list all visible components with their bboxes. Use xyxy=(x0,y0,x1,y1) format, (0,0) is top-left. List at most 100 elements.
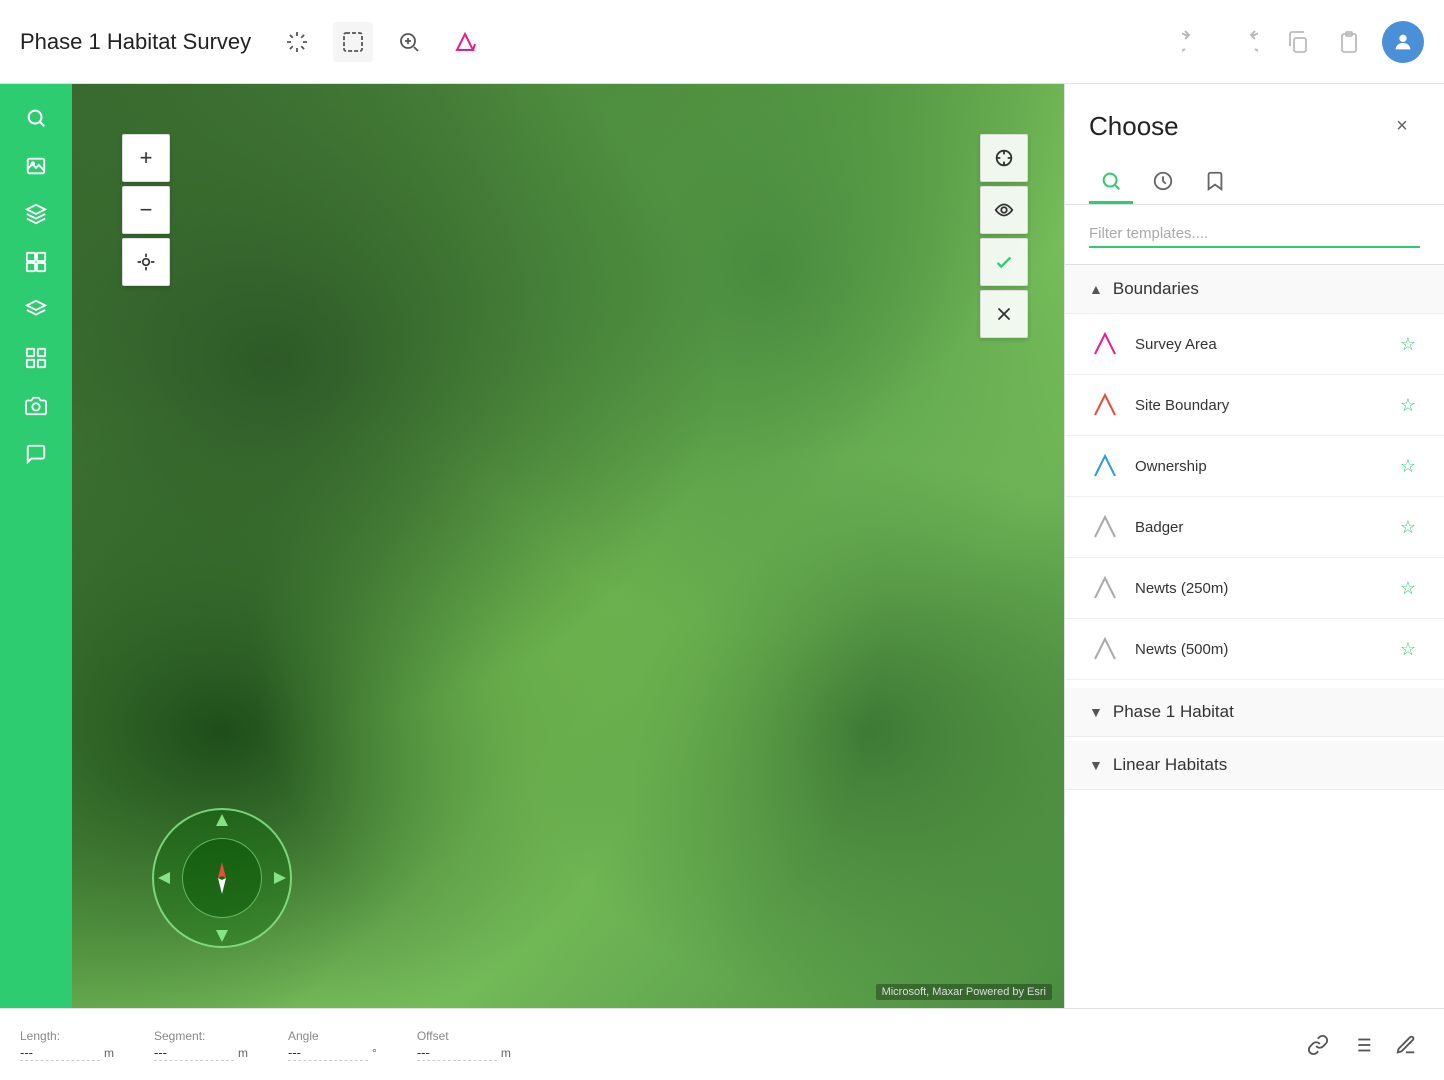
sidebar-chat-button[interactable] xyxy=(14,432,58,476)
newts-500-icon xyxy=(1089,633,1121,665)
phase1-chevron: ▼ xyxy=(1089,704,1103,720)
link-tool-button[interactable] xyxy=(1300,1027,1336,1063)
survey-area-star[interactable]: ☆ xyxy=(1396,330,1420,359)
newts-500-label: Newts (500m) xyxy=(1135,641,1396,658)
newts-250-icon xyxy=(1089,572,1121,604)
linear-chevron: ▼ xyxy=(1089,757,1103,773)
newts-250-star[interactable]: ☆ xyxy=(1396,574,1420,603)
map-zoom-controls: + − xyxy=(122,134,170,290)
compass-inner xyxy=(182,838,262,918)
cancel-map-button[interactable] xyxy=(980,290,1028,338)
offset-field: Offset --- m xyxy=(417,1029,511,1061)
map-container[interactable]: + − xyxy=(72,84,1064,1008)
track-button[interactable] xyxy=(980,186,1028,234)
survey-area-label: Survey Area xyxy=(1135,336,1396,353)
site-boundary-icon xyxy=(1089,389,1121,421)
choose-header: Choose × xyxy=(1065,84,1444,160)
ownership-label: Ownership xyxy=(1135,458,1396,475)
compass-needle-svg xyxy=(202,858,242,898)
main-layout: + − xyxy=(0,84,1444,1008)
sidebar-stack-button[interactable] xyxy=(14,288,58,332)
compass-north-arrow xyxy=(216,814,228,826)
check-button[interactable] xyxy=(980,238,1028,286)
top-toolbar: Phase 1 Habitat Survey xyxy=(0,0,1444,84)
crosshair-button[interactable] xyxy=(980,134,1028,182)
tab-recent[interactable] xyxy=(1141,160,1185,204)
sidebar-image-button[interactable] xyxy=(14,144,58,188)
app-title: Phase 1 Habitat Survey xyxy=(20,29,251,55)
badger-label: Badger xyxy=(1135,519,1396,536)
polygon-tool-button[interactable] xyxy=(445,22,485,62)
template-item-newts-250[interactable]: Newts (250m) ☆ xyxy=(1065,558,1444,619)
template-item-site-boundary[interactable]: Site Boundary ☆ xyxy=(1065,375,1444,436)
segment-unit: m xyxy=(238,1046,248,1060)
newts-500-star[interactable]: ☆ xyxy=(1396,635,1420,664)
template-item-survey-area[interactable]: Survey Area ☆ xyxy=(1065,314,1444,375)
phase1-label: Phase 1 Habitat xyxy=(1113,702,1234,722)
template-item-badger[interactable]: Badger ☆ xyxy=(1065,497,1444,558)
sidebar-grid-button[interactable] xyxy=(14,336,58,380)
locate-button[interactable] xyxy=(122,238,170,286)
filter-section xyxy=(1065,205,1444,265)
close-panel-button[interactable]: × xyxy=(1384,108,1420,144)
list-tool-button[interactable] xyxy=(1344,1027,1380,1063)
segment-field: Segment: --- m xyxy=(154,1029,248,1061)
site-boundary-label: Site Boundary xyxy=(1135,397,1396,414)
survey-area-icon xyxy=(1089,328,1121,360)
category-linear-habitats[interactable]: ▼ Linear Habitats xyxy=(1065,741,1444,790)
zoom-out-button[interactable]: − xyxy=(122,186,170,234)
offset-value: --- xyxy=(417,1045,497,1061)
length-field: Length: --- m xyxy=(20,1029,114,1061)
avatar[interactable] xyxy=(1382,21,1424,63)
zoom-tool-button[interactable] xyxy=(389,22,429,62)
newts-250-label: Newts (250m) xyxy=(1135,580,1396,597)
category-boundaries[interactable]: ▲ Boundaries xyxy=(1065,265,1444,314)
template-item-ownership[interactable]: Ownership ☆ xyxy=(1065,436,1444,497)
select-tool-button[interactable] xyxy=(333,22,373,62)
boundaries-chevron: ▲ xyxy=(1089,281,1103,297)
length-unit: m xyxy=(104,1046,114,1060)
left-sidebar xyxy=(0,84,72,1008)
tab-bookmarks[interactable] xyxy=(1193,160,1237,204)
length-value: --- xyxy=(20,1045,100,1061)
sidebar-camera-button[interactable] xyxy=(14,384,58,428)
segment-value: --- xyxy=(154,1045,234,1061)
compass[interactable] xyxy=(152,808,292,948)
edit-tool-button[interactable] xyxy=(1388,1027,1424,1063)
map-attribution: Microsoft, Maxar Powered by Esri xyxy=(876,984,1052,1000)
map-right-controls xyxy=(980,134,1028,338)
angle-field: Angle --- ° xyxy=(288,1029,377,1061)
toolbar-right xyxy=(1174,21,1424,63)
choose-panel: Choose × xyxy=(1064,84,1444,1008)
tab-search[interactable] xyxy=(1089,160,1133,204)
redo-button[interactable] xyxy=(1226,22,1266,62)
boundaries-label: Boundaries xyxy=(1113,279,1199,299)
sidebar-search-button[interactable] xyxy=(14,96,58,140)
badger-icon xyxy=(1089,511,1121,543)
badger-star[interactable]: ☆ xyxy=(1396,513,1420,542)
copy-button[interactable] xyxy=(1278,22,1318,62)
sidebar-map-button[interactable] xyxy=(14,240,58,284)
site-boundary-star[interactable]: ☆ xyxy=(1396,391,1420,420)
template-item-newts-500[interactable]: Newts (500m) ☆ xyxy=(1065,619,1444,680)
bottom-right-tools xyxy=(1300,1027,1424,1063)
linear-habitats-label: Linear Habitats xyxy=(1113,755,1227,775)
paste-button[interactable] xyxy=(1330,22,1370,62)
choose-tabs xyxy=(1065,160,1444,205)
angle-unit: ° xyxy=(372,1046,377,1060)
offset-label: Offset xyxy=(417,1029,511,1043)
sidebar-layers-button[interactable] xyxy=(14,192,58,236)
move-tool-button[interactable] xyxy=(277,22,317,62)
category-phase1-habitat[interactable]: ▼ Phase 1 Habitat xyxy=(1065,688,1444,737)
ownership-star[interactable]: ☆ xyxy=(1396,452,1420,481)
template-list: ▲ Boundaries Survey Area ☆ xyxy=(1065,265,1444,1008)
undo-button[interactable] xyxy=(1174,22,1214,62)
zoom-in-button[interactable]: + xyxy=(122,134,170,182)
compass-outer xyxy=(152,808,292,948)
angle-value: --- xyxy=(288,1045,368,1061)
choose-title: Choose xyxy=(1089,111,1179,142)
compass-east-arrow xyxy=(274,872,286,884)
filter-input[interactable] xyxy=(1089,221,1420,248)
length-label: Length: xyxy=(20,1029,114,1043)
angle-label: Angle xyxy=(288,1029,377,1043)
